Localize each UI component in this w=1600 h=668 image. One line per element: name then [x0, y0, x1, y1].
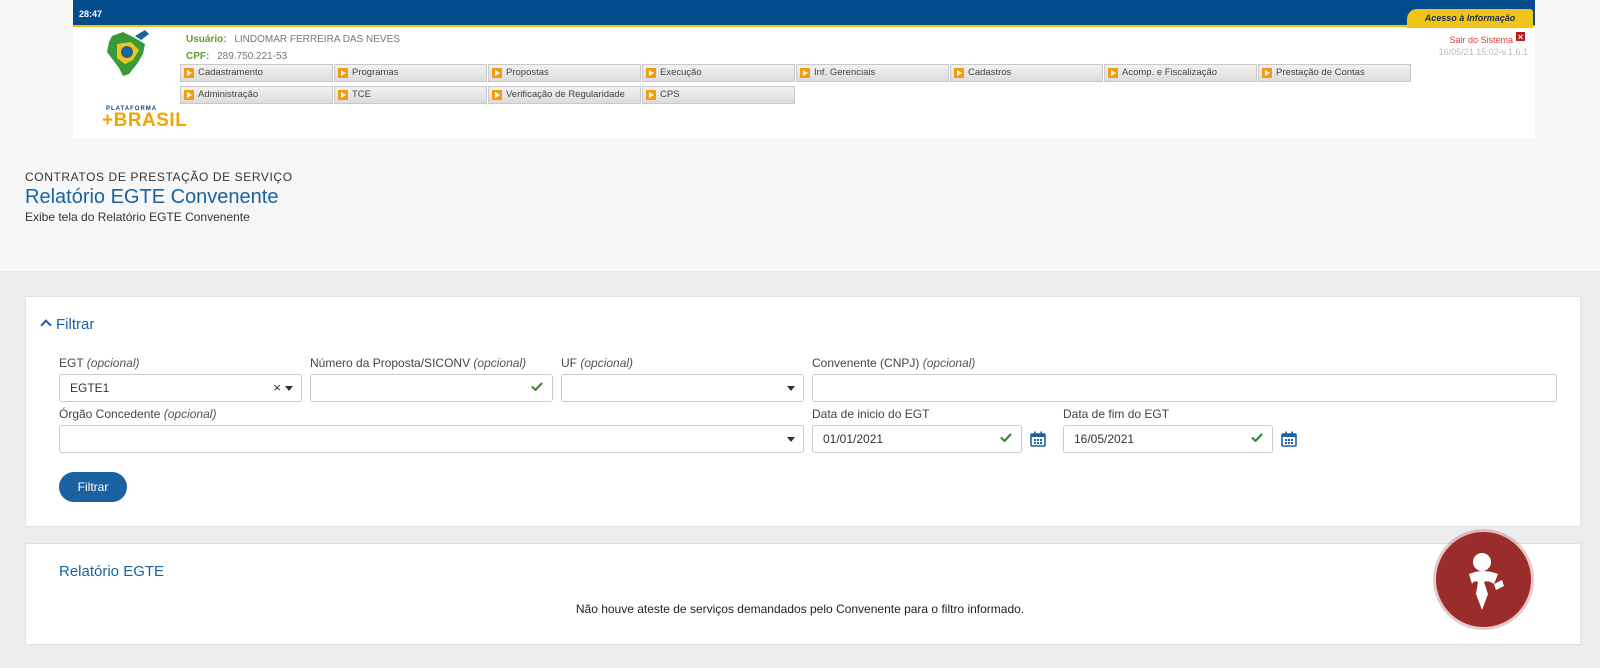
uf-label: UF (opcional) — [561, 356, 634, 370]
data-inicio-value: 01/01/2021 — [823, 432, 884, 446]
menu-item-tce[interactable]: TCE — [334, 86, 487, 104]
close-icon[interactable]: × — [1515, 31, 1526, 42]
filter-toggle[interactable]: Filtrar — [40, 316, 95, 333]
data-fim-input[interactable]: 16/05/2021 — [1063, 425, 1273, 453]
uf-select[interactable] — [561, 374, 804, 402]
menu-item-administracao[interactable]: Administração — [180, 86, 333, 104]
menu-item-label: Cadastramento — [198, 67, 263, 78]
egt-select-value: EGTE1 — [70, 381, 110, 395]
report-empty-message: Não houve ateste de serviços demandados … — [575, 602, 1025, 616]
menu-item-propostas[interactable]: Propostas — [488, 64, 641, 82]
menu-item-cadastros[interactable]: Cadastros — [950, 64, 1103, 82]
menu-item-execucao[interactable]: Execução — [642, 64, 795, 82]
chevron-down-icon — [787, 437, 795, 442]
check-icon — [1000, 433, 1012, 442]
clear-icon[interactable]: × — [273, 375, 281, 401]
data-fim-value: 16/05/2021 — [1074, 432, 1135, 446]
proposta-label: Número da Proposta/SICONV (opcional) — [310, 356, 527, 370]
user-label: Usuário: — [186, 34, 227, 45]
cpf-label: CPF: — [186, 51, 210, 62]
arrow-right-icon — [646, 90, 656, 100]
arrow-right-icon — [492, 68, 502, 78]
chevron-down-icon — [285, 386, 293, 391]
data-inicio-input[interactable]: 01/01/2021 — [812, 425, 1022, 453]
plataforma-brasil-logo[interactable]: PLATAFORMA +BRASIL — [87, 30, 187, 131]
menu-item-label: Propostas — [506, 67, 549, 78]
convenente-input[interactable] — [812, 374, 1557, 402]
menu-item-label: Administração — [198, 89, 259, 100]
user-info: Usuário: LINDOMAR FERREIRA DAS NEVES — [186, 34, 400, 45]
acesso-informacao-link[interactable]: Acesso à Informação — [1407, 9, 1533, 28]
menu-item-label: Cadastros — [968, 67, 1012, 78]
arrow-right-icon — [338, 90, 348, 100]
legacy-header: 28:47 Acesso à Informação PLATAFORMA +BR… — [73, 0, 1535, 138]
arrow-right-icon — [800, 68, 810, 78]
page-heading: CONTRATOS DE PRESTAÇÃO DE SERVIÇO Relató… — [25, 170, 293, 224]
menu-item-cps[interactable]: CPS — [642, 86, 795, 104]
accessibility-hand-icon — [1469, 553, 1504, 610]
orgao-select[interactable] — [59, 425, 804, 453]
page-kicker: CONTRATOS DE PRESTAÇÃO DE SERVIÇO — [25, 170, 293, 184]
cpf-value: 289.750.221-53 — [217, 51, 288, 62]
menu-item-inf-gerenciais[interactable]: Inf. Gerenciais — [796, 64, 949, 82]
arrow-right-icon — [1262, 68, 1272, 78]
filter-toggle-label: Filtrar — [56, 316, 95, 333]
menu-item-label: Inf. Gerenciais — [814, 67, 876, 78]
menu-item-programas[interactable]: Programas — [334, 64, 487, 82]
menu-item-label: Execução — [660, 67, 702, 78]
proposta-input[interactable] — [310, 374, 553, 402]
menu-item-label: CPS — [660, 89, 680, 100]
top-bar: 28:47 Acesso à Informação — [73, 0, 1535, 28]
menu-item-verificacao-regularidade[interactable]: Verificação de Regularidade — [488, 86, 641, 104]
calendar-icon[interactable] — [1281, 431, 1297, 447]
menu-item-label: TCE — [352, 89, 371, 100]
check-icon — [531, 382, 543, 391]
arrow-right-icon — [492, 90, 502, 100]
calendar-icon[interactable] — [1030, 431, 1046, 447]
filter-card — [25, 296, 1581, 527]
orgao-label: Órgão Concedente (opcional) — [59, 407, 217, 421]
convenente-label: Convenente (CNPJ) (opcional) — [812, 356, 976, 370]
menu-item-prestacao-contas[interactable]: Prestação de Contas — [1258, 64, 1411, 82]
menu-item-label: Verificação de Regularidade — [506, 89, 625, 100]
vlibras-widget-button[interactable] — [1436, 532, 1531, 627]
arrow-right-icon — [184, 90, 194, 100]
menu-item-cadastramento[interactable]: Cadastramento — [180, 64, 333, 82]
logout-link[interactable]: Sair do Sistema — [1449, 35, 1513, 45]
data-inicio-label: Data de inicio do EGT — [812, 407, 930, 421]
page-title: Relatório EGTE Convenente — [25, 186, 279, 208]
report-title: Relatório EGTE — [59, 563, 165, 580]
cpf-info: CPF: 289.750.221-53 — [186, 51, 287, 62]
egt-select[interactable]: EGTE1 × — [59, 374, 302, 402]
version-text: 16/05/21 15:02-v.1.6.1 — [1438, 47, 1528, 57]
arrow-right-icon — [1108, 68, 1118, 78]
arrow-right-icon — [338, 68, 348, 78]
check-icon — [1251, 433, 1263, 442]
chevron-up-icon — [40, 319, 52, 331]
data-fim-label: Data de fim do EGT — [1063, 407, 1170, 421]
chevron-down-icon — [787, 386, 795, 391]
logo-line2: +BRASIL — [102, 110, 188, 131]
session-timer: 28:47 — [79, 9, 103, 19]
user-name: LINDOMAR FERREIRA DAS NEVES — [234, 34, 400, 45]
page-subtitle: Exibe tela do Relatório EGTE Convenente — [25, 210, 250, 224]
egt-label: EGT (opcional) — [59, 356, 140, 370]
report-card — [25, 543, 1581, 645]
menu-item-acomp-fiscalizacao[interactable]: Acomp. e Fiscalização — [1104, 64, 1257, 82]
menu-item-label: Prestação de Contas — [1276, 67, 1365, 78]
brazil-map-icon — [107, 30, 149, 76]
arrow-right-icon — [954, 68, 964, 78]
arrow-right-icon — [646, 68, 656, 78]
filtrar-button[interactable]: Filtrar — [59, 472, 127, 502]
menu-item-label: Acomp. e Fiscalização — [1122, 67, 1218, 78]
arrow-right-icon — [184, 68, 194, 78]
menu-item-label: Programas — [352, 67, 399, 78]
